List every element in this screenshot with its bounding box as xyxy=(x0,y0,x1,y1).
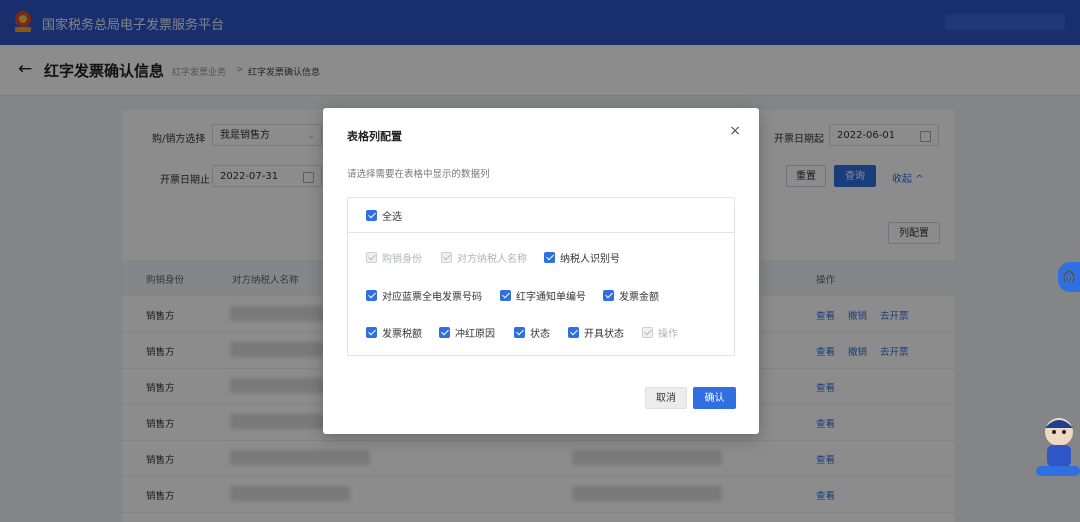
column-option-actions: 操作 xyxy=(642,325,678,340)
app-frame: 国家税务总局电子发票服务平台 ← 红字发票确认信息 红字发票业务 > 红字发票确… xyxy=(0,0,1080,522)
column-option-label: 红字通知单编号 xyxy=(516,292,586,303)
column-option-red-reason[interactable]: 冲红原因 xyxy=(439,325,495,340)
column-option-label: 对应蓝票全电发票号码 xyxy=(382,292,482,303)
checkbox-checked-icon xyxy=(439,327,450,338)
column-option-label: 开具状态 xyxy=(584,329,624,340)
column-option-label: 纳税人识别号 xyxy=(560,254,620,265)
column-option-tax-amount[interactable]: 发票税额 xyxy=(366,325,422,340)
select-all-checkbox[interactable]: 全选 xyxy=(366,208,402,223)
column-option-role: 购销身份 xyxy=(366,250,422,265)
column-option-taxpayer-id[interactable]: 纳税人识别号 xyxy=(544,250,620,265)
column-option-status[interactable]: 状态 xyxy=(514,325,550,340)
checkbox-checked-icon xyxy=(366,290,377,301)
checkbox-checked-icon xyxy=(366,210,377,221)
checkbox-checked-icon xyxy=(544,252,555,263)
checkbox-disabled-icon xyxy=(366,252,377,263)
column-option-label: 发票税额 xyxy=(382,329,422,340)
assistant-robot-icon[interactable] xyxy=(1038,412,1080,474)
column-option-counterparty-name: 对方纳税人名称 xyxy=(441,250,527,265)
column-option-label: 操作 xyxy=(658,329,678,340)
dialog-description: 请选择需要在表格中显示的数据列 xyxy=(347,169,490,180)
checkbox-checked-icon xyxy=(500,290,511,301)
close-icon[interactable]: × xyxy=(729,123,741,139)
checkbox-checked-icon xyxy=(514,327,525,338)
column-option-label: 状态 xyxy=(530,329,550,340)
column-option-label: 冲红原因 xyxy=(455,329,495,340)
column-option-invoice-amount[interactable]: 发票金额 xyxy=(603,288,659,303)
checkbox-checked-icon xyxy=(366,327,377,338)
checkbox-disabled-icon xyxy=(441,252,452,263)
column-config-dialog: 表格列配置 × 请选择需要在表格中显示的数据列 全选 购销身份 对方纳税人名称 … xyxy=(323,108,759,434)
cancel-button[interactable]: 取消 xyxy=(645,387,687,409)
column-option-label: 对方纳税人名称 xyxy=(457,254,527,265)
column-option-label: 发票金额 xyxy=(619,292,659,303)
assistant-label[interactable] xyxy=(1036,466,1080,476)
checkbox-disabled-icon xyxy=(642,327,653,338)
checkbox-checked-icon xyxy=(568,327,579,338)
dialog-title: 表格列配置 xyxy=(347,130,402,143)
select-all-label: 全选 xyxy=(382,212,402,223)
column-option-issue-status[interactable]: 开具状态 xyxy=(568,325,624,340)
column-options-panel: 全选 购销身份 对方纳税人名称 纳税人识别号 对应蓝票全电发票号码 红字通知单编… xyxy=(347,197,735,356)
column-option-red-notice-no[interactable]: 红字通知单编号 xyxy=(500,288,586,303)
confirm-button[interactable]: 确认 xyxy=(693,387,736,409)
column-option-blue-invoice-no[interactable]: 对应蓝票全电发票号码 xyxy=(366,288,482,303)
headset-support-icon[interactable]: 🎧 xyxy=(1058,262,1080,292)
panel-divider xyxy=(348,232,734,233)
column-option-label: 购销身份 xyxy=(382,254,422,265)
checkbox-checked-icon xyxy=(603,290,614,301)
